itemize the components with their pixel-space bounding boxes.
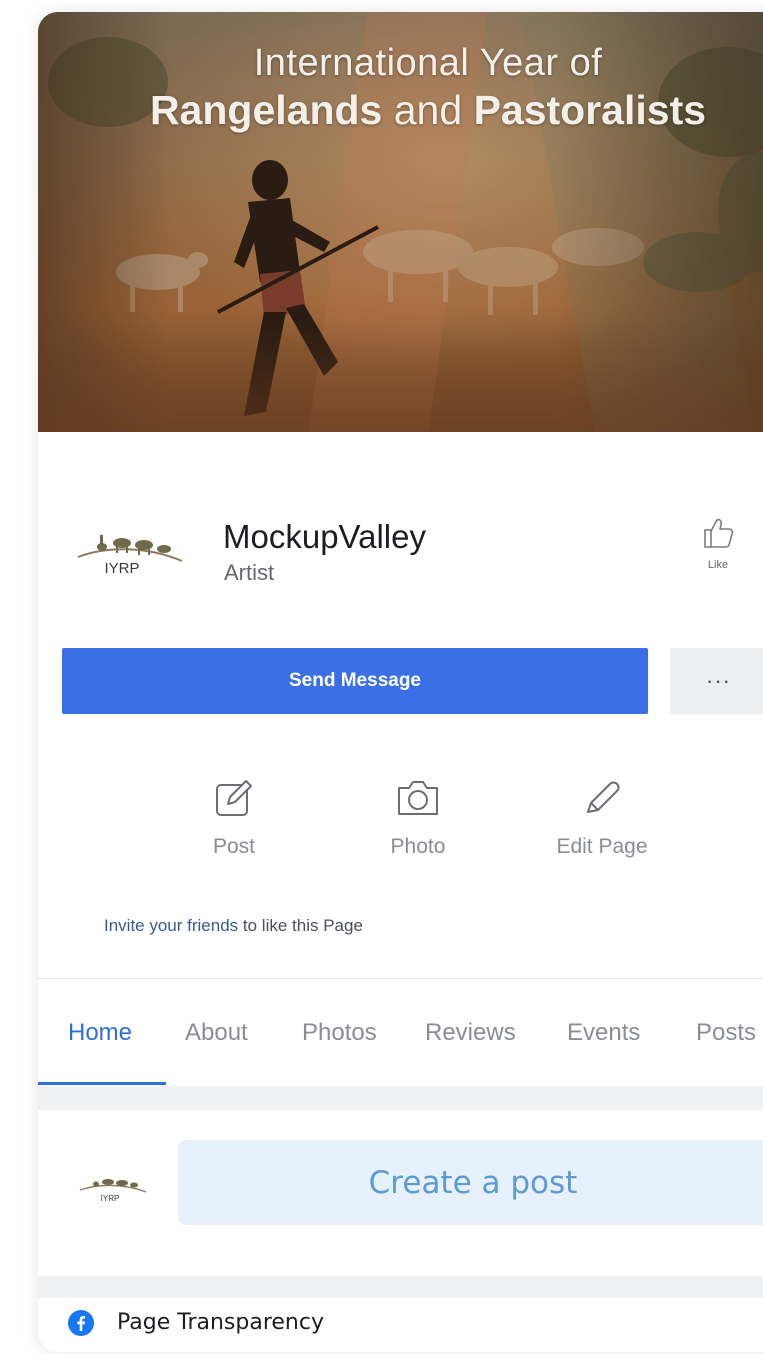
cover-title-word: Pastoralists [473, 87, 707, 133]
cover-photo[interactable]: International Year of Rangelands and Pas… [38, 12, 763, 432]
section-divider [38, 1276, 763, 1298]
photo-action[interactable]: Photo [348, 778, 488, 859]
like-button[interactable]: Like [688, 516, 748, 571]
invite-friends-link[interactable]: Invite your friends [104, 916, 238, 935]
tab-about[interactable]: About [185, 1019, 248, 1047]
send-message-button[interactable]: Send Message [62, 648, 648, 714]
facebook-icon [68, 1310, 94, 1336]
active-tab-indicator [38, 1082, 166, 1085]
page-name[interactable]: MockupValley [223, 518, 426, 556]
iyrp-logo-mark: IYRP [77, 535, 183, 577]
camera-icon [398, 781, 438, 815]
thumbs-up-icon [704, 518, 734, 548]
logo-text: IYRP [101, 1194, 120, 1203]
edit-page-action[interactable]: Edit Page [532, 778, 672, 859]
page-tabs: Home About Photos Reviews Events Posts [38, 978, 763, 1086]
post-action-label: Post [212, 835, 256, 858]
page-transparency-row[interactable]: Page Transparency [38, 1298, 763, 1352]
cover-title-word: and [393, 87, 463, 133]
invite-prompt: Invite your friends to like this Page [104, 916, 363, 936]
post-composer: IYRP Create a post [38, 1110, 763, 1276]
page-category[interactable]: Artist [224, 560, 274, 586]
page-card: International Year of Rangelands and Pas… [38, 12, 763, 1352]
tab-home[interactable]: Home [68, 1019, 132, 1047]
pencil-icon [587, 781, 620, 813]
section-divider [38, 1086, 763, 1110]
cover-title-line1: International Year of [253, 42, 603, 84]
cover-title-line2: Rangelands and Pastoralists [38, 87, 763, 134]
more-options-button[interactable]: ··· [670, 648, 763, 714]
like-label: Like [707, 559, 729, 571]
tab-reviews[interactable]: Reviews [425, 1019, 516, 1047]
invite-rest-text: to like this Page [238, 916, 363, 935]
page-logo[interactable]: IYRP [74, 517, 186, 579]
tab-photos[interactable]: Photos [302, 1019, 377, 1047]
iyrp-logo-mark: IYRP [79, 1179, 147, 1203]
cover-title-word: Rangelands [149, 87, 383, 133]
tab-posts[interactable]: Posts [696, 1019, 756, 1047]
profile-section: IYRP MockupValley Artist Like Send Messa… [38, 432, 763, 992]
edit-page-action-label: Edit Page [556, 835, 648, 858]
compose-icon [216, 780, 252, 816]
logo-text: IYRP [104, 560, 139, 577]
page-transparency-label: Page Transparency [117, 1310, 324, 1335]
composer-avatar: IYRP [78, 1166, 148, 1206]
create-post-input[interactable]: Create a post [178, 1140, 763, 1225]
cover-ground-shade [38, 322, 763, 432]
photo-action-label: Photo [390, 835, 446, 858]
post-action[interactable]: Post [164, 778, 304, 859]
cover-title: International Year of Rangelands and Pas… [38, 42, 763, 134]
tab-events[interactable]: Events [567, 1019, 640, 1047]
